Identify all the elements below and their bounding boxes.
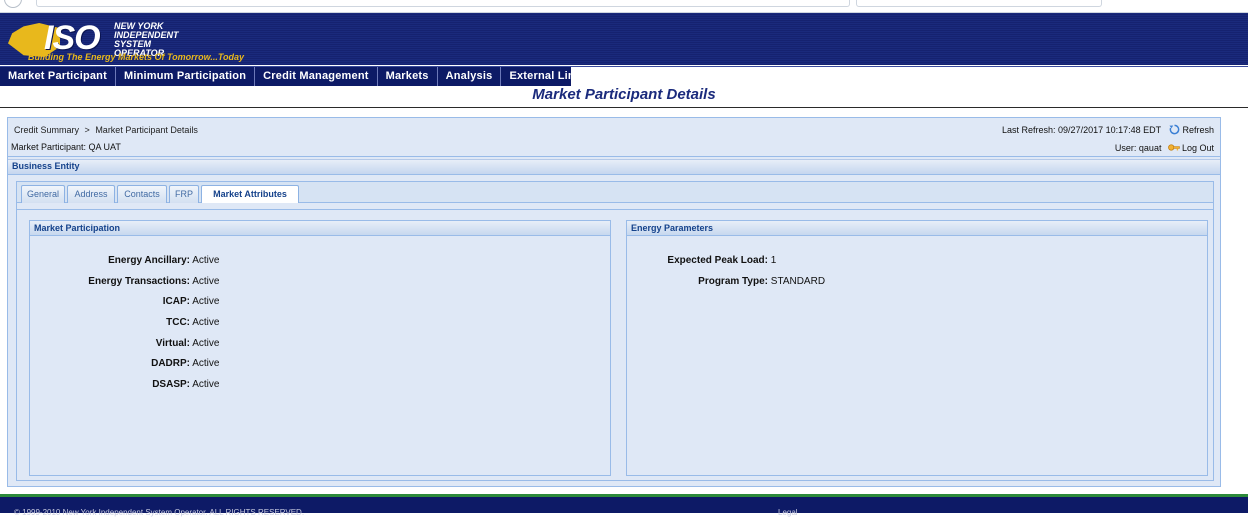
last-refresh-timestamp: 09/27/2017 10:17:48 EDT <box>1058 125 1161 135</box>
tab-contacts[interactable]: Contacts <box>117 185 167 203</box>
field-energy-ancillary: Energy Ancillary: Active <box>30 255 219 266</box>
title-divider <box>0 107 1248 108</box>
logo-text: ISO <box>44 19 101 57</box>
nav-market-participant[interactable]: Market Participant <box>0 67 116 86</box>
field-label: DSASP: <box>152 379 190 390</box>
logout-button[interactable]: Log Out <box>1182 143 1214 153</box>
panel-divider <box>8 156 1220 157</box>
energy-parameters-title: Energy Parameters <box>631 223 714 233</box>
market-participant-label: Market Participant: QA UAT <box>11 142 121 152</box>
last-refresh: Last Refresh: 09/27/2017 10:17:48 EDT Re… <box>1002 124 1214 135</box>
field-program-type: Program Type: STANDARD <box>627 276 825 287</box>
field-label: ICAP: <box>162 296 190 307</box>
nav-analysis[interactable]: Analysis <box>438 67 502 86</box>
field-label: Virtual: <box>155 338 190 349</box>
tab-general[interactable]: General <box>21 185 65 203</box>
field-label: TCC: <box>166 317 190 328</box>
browser-chrome <box>0 0 1248 13</box>
energy-parameters-fieldset: Energy Parameters Expected Peak Load: 1 … <box>626 220 1208 476</box>
logo-tagline: Building The Energy Markets Of Tomorrow.… <box>28 52 245 62</box>
tab-strip-underline <box>17 203 1213 210</box>
browser-back-button[interactable] <box>4 0 22 8</box>
nav-markets[interactable]: Markets <box>378 67 438 86</box>
tab-address[interactable]: Address <box>67 185 115 203</box>
field-label: Program Type: <box>698 276 768 287</box>
field-value: Active <box>192 338 220 349</box>
field-dsasp: DSASP: Active <box>30 379 219 390</box>
field-virtual: Virtual: Active <box>30 338 220 349</box>
nyiso-logo[interactable]: ISO NEW YORK INDEPENDENT SYSTEM OPERATOR… <box>8 19 258 63</box>
page-title: Market Participant Details <box>532 86 716 103</box>
market-attributes-content: Market Participation Energy Ancillary: A… <box>17 210 1213 480</box>
field-icap: ICAP: Active <box>30 296 220 307</box>
last-refresh-label: Last Refresh: <box>1002 125 1056 135</box>
nav-credit-management[interactable]: Credit Management <box>255 67 378 86</box>
header-banner: ISO NEW YORK INDEPENDENT SYSTEM OPERATOR… <box>0 13 1248 65</box>
tab-panel: General Address Contacts FRP Market Attr… <box>16 181 1214 481</box>
field-expected-peak-load: Expected Peak Load: 1 <box>627 255 776 266</box>
field-value: Active <box>192 276 220 287</box>
market-participation-header: Market Participation <box>30 221 610 236</box>
main-panel: Credit Summary > Market Participant Deta… <box>7 117 1221 487</box>
breadcrumb-separator: > <box>84 125 90 135</box>
business-entity-header: Business Entity <box>8 159 1220 175</box>
breadcrumb-current: Market Participant Details <box>95 125 198 135</box>
field-value: 1 <box>770 255 777 266</box>
refresh-button[interactable]: Refresh <box>1182 125 1214 135</box>
tab-market-attributes[interactable]: Market Attributes <box>201 185 299 204</box>
browser-address-bar[interactable] <box>36 0 850 7</box>
energy-parameters-header: Energy Parameters <box>627 221 1207 236</box>
field-label: DADRP: <box>151 358 190 369</box>
field-value: STANDARD <box>770 276 826 287</box>
user-name: qauat <box>1138 143 1162 153</box>
field-label: Energy Transactions: <box>88 276 190 287</box>
footer: © 1999-2010 New York Independent System … <box>0 497 1248 517</box>
field-dadrp: DADRP: Active <box>30 358 219 369</box>
main-nav: Market Participant Minimum Participation… <box>0 66 1248 86</box>
field-value: Active <box>192 296 220 307</box>
refresh-icon[interactable] <box>1169 124 1180 135</box>
breadcrumb-credit-summary[interactable]: Credit Summary <box>14 125 79 135</box>
business-entity-title: Business Entity <box>12 161 80 171</box>
browser-search-bar[interactable] <box>856 0 1102 7</box>
field-label: Expected Peak Load: <box>667 255 768 266</box>
user-label: User: <box>1114 143 1137 153</box>
market-participation-title: Market Participation <box>34 223 121 233</box>
field-value: Active <box>192 379 220 390</box>
logout-icon[interactable] <box>1167 142 1181 153</box>
field-label: Energy Ancillary: <box>108 255 190 266</box>
field-value: Active <box>192 317 220 328</box>
tab-frp[interactable]: FRP <box>169 185 199 203</box>
nav-spacer <box>571 67 1248 86</box>
breadcrumb: Credit Summary > Market Participant Deta… <box>14 125 198 135</box>
field-energy-transactions: Energy Transactions: Active <box>30 276 219 287</box>
field-value: Active <box>192 255 220 266</box>
tab-strip: General Address Contacts FRP Market Attr… <box>17 182 1213 204</box>
market-participation-fieldset: Market Participation Energy Ancillary: A… <box>29 220 611 476</box>
nav-minimum-participation[interactable]: Minimum Participation <box>116 67 256 86</box>
field-value: Active <box>192 358 220 369</box>
field-tcc: TCC: Active <box>30 317 219 328</box>
user-info: User: qauat Log Out <box>1115 142 1214 153</box>
